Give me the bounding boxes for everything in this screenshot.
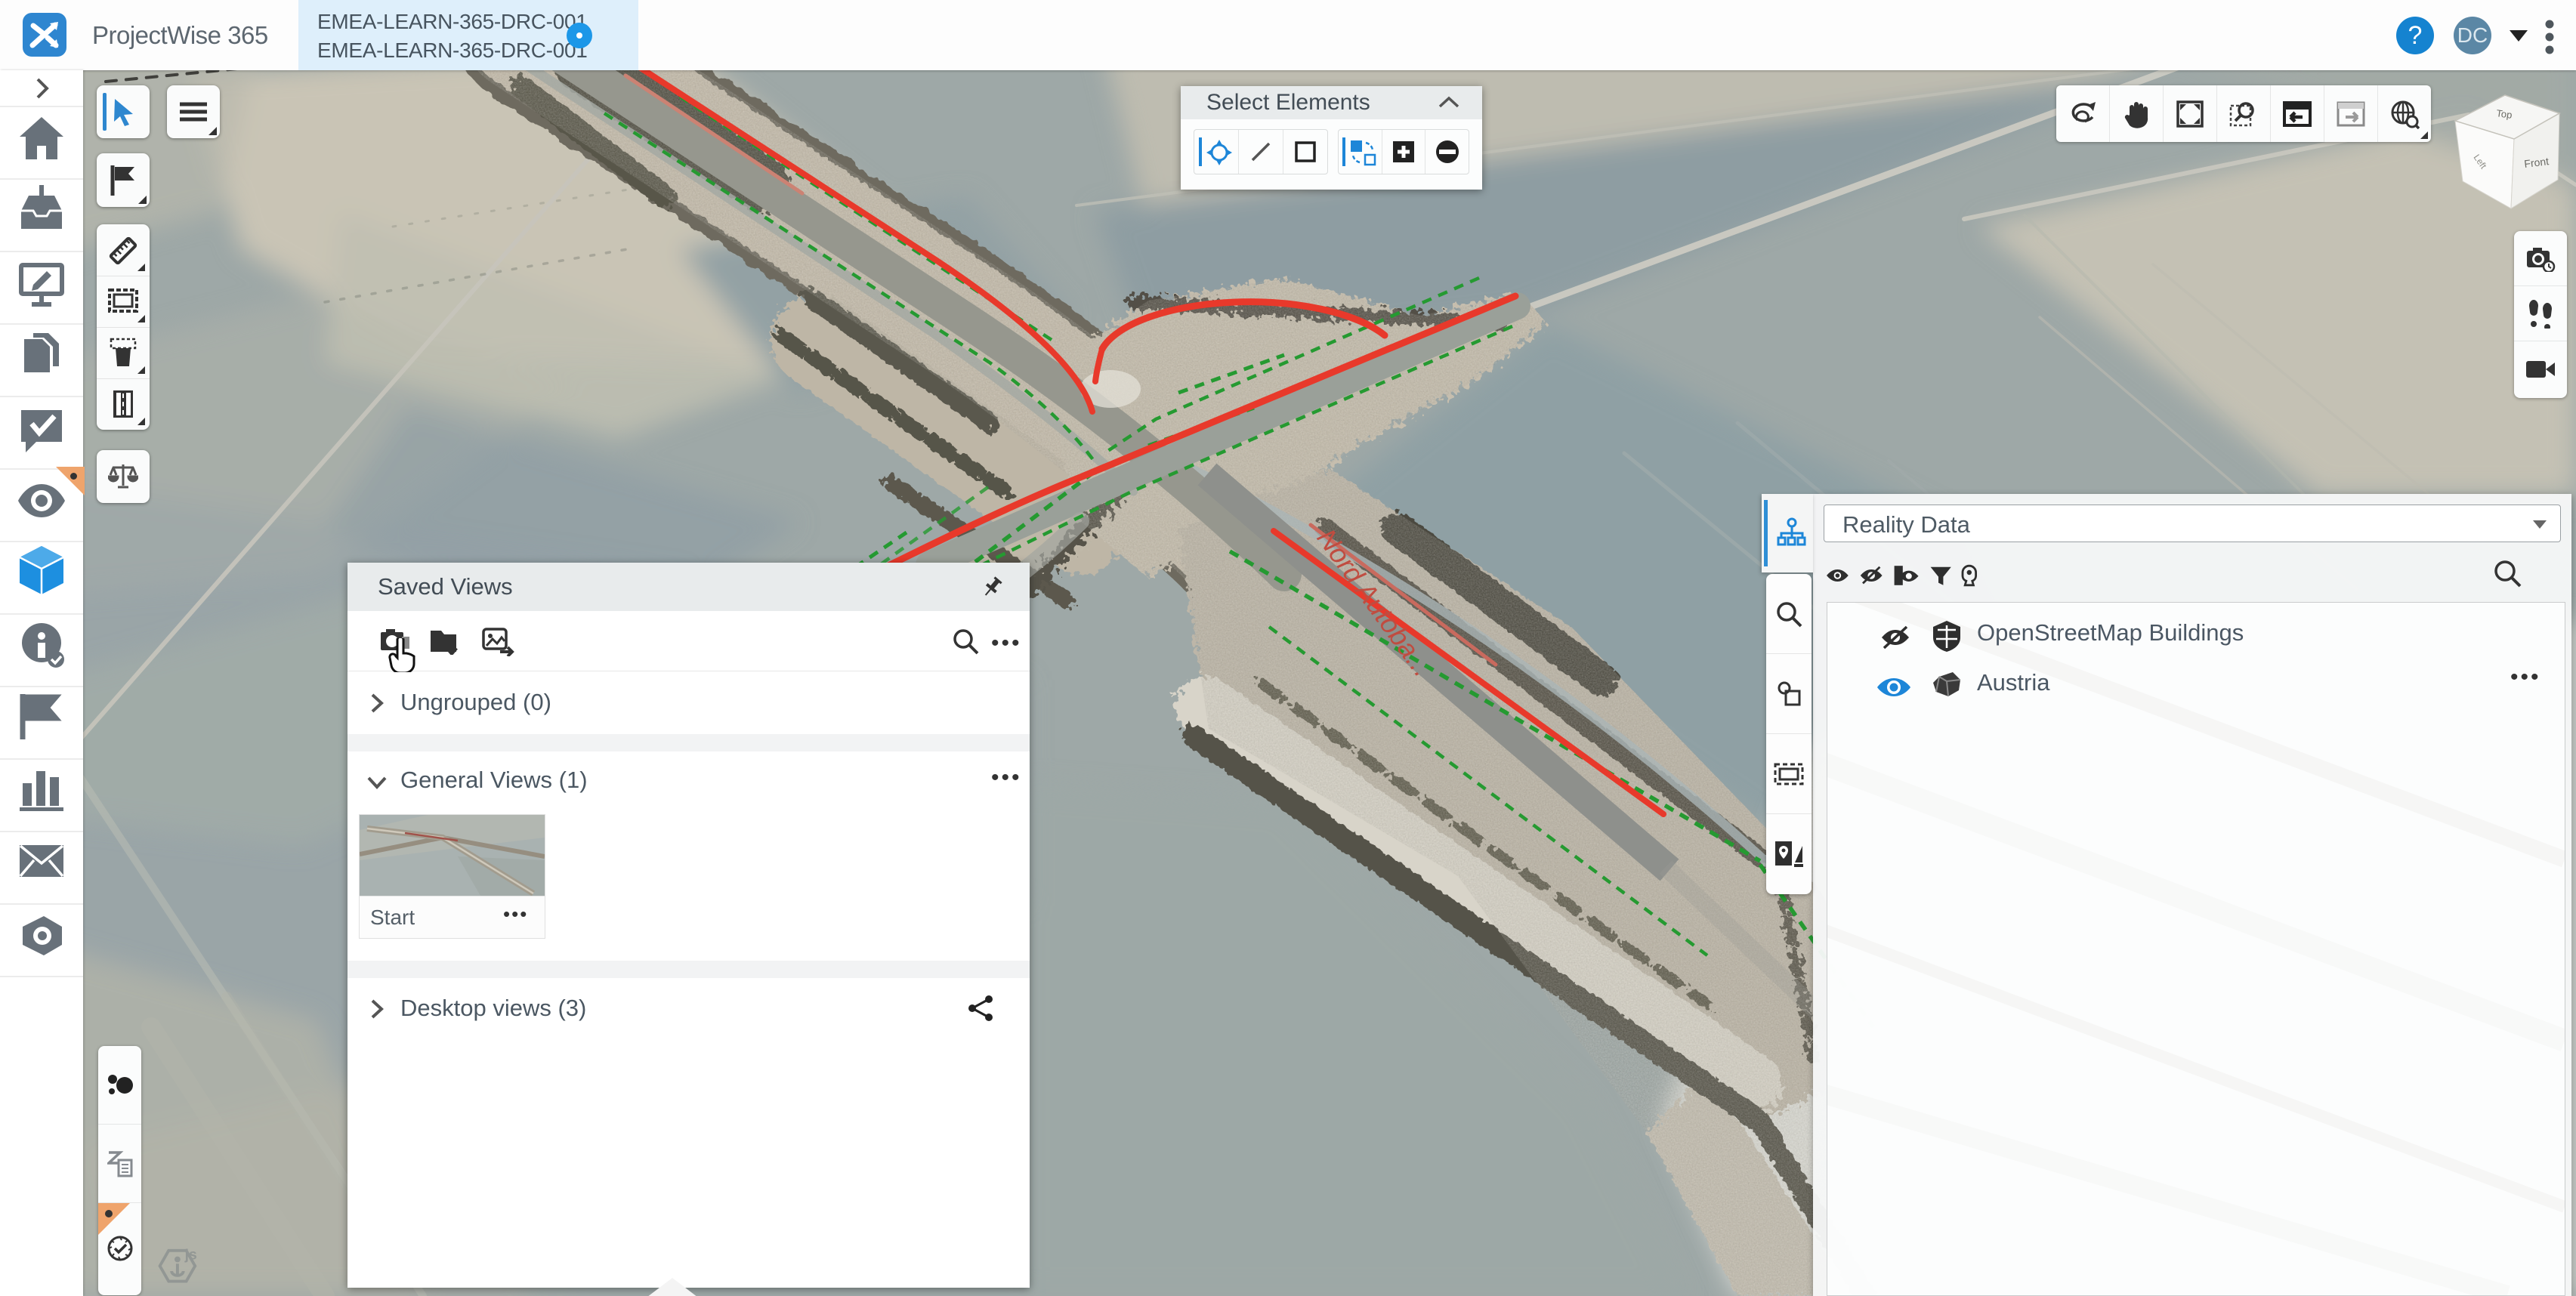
svg-text:Top: Top (2496, 107, 2513, 121)
svg-text:js: js (184, 1246, 197, 1263)
